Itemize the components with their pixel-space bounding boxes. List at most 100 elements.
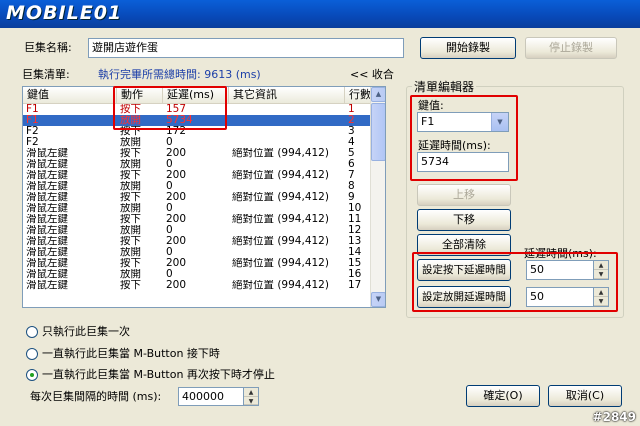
table-cell: 0 <box>166 181 173 192</box>
table-cell: 172 <box>166 126 187 137</box>
release-delay-input[interactable]: 50 <box>526 287 594 307</box>
radio-run-until-pressed-label[interactable]: 一直執行此巨集當 M-Button 再次按下時才停止 <box>42 368 275 382</box>
stepper-down-icon[interactable]: ▼ <box>594 297 608 306</box>
list-header: 鍵值 動作 延遲(ms) 其它資訊 行數 <box>23 87 373 104</box>
table-cell: 12 <box>348 225 362 236</box>
ok-button[interactable]: 確定(O) <box>466 385 540 407</box>
list-vertical-scrollbar[interactable]: ▲ ▼ <box>370 87 385 307</box>
table-cell: 滑鼠左鍵 <box>26 214 68 225</box>
column-header-action[interactable]: 動作 <box>117 87 163 104</box>
macro-editor-dialog: MOBILE01 巨集名稱: 遊開店遊作蛋 開始錄製 停止錄製 巨集清單: 執行… <box>0 0 640 426</box>
table-row[interactable]: F2 放開 0 4 <box>23 137 371 148</box>
table-cell: 絕對位置 (994,412) <box>232 170 329 181</box>
table-cell: F2 <box>26 137 39 148</box>
table-cell: 8 <box>348 181 355 192</box>
table-cell: 放開 <box>120 203 141 214</box>
list-rows: F1 按下 157 1 F1 放開 5734 2 F2 按下 172 3 F2 放開 0 4 滑鼠左鍵 按下 200… <box>23 104 371 291</box>
radio-run-while-held-label[interactable]: 一直執行此巨集當 M-Button 接下時 <box>42 347 220 361</box>
macro-name-input[interactable]: 遊開店遊作蛋 <box>88 38 404 58</box>
clear-all-button[interactable]: 全部清除 <box>417 234 511 256</box>
table-row[interactable]: 滑鼠左鍵 放開 0 8 <box>23 181 371 192</box>
stop-record-button[interactable]: 停止錄製 <box>525 37 617 59</box>
press-delay-input[interactable]: 50 <box>526 260 594 280</box>
stepper-down-icon[interactable]: ▼ <box>594 270 608 279</box>
scroll-up-icon[interactable]: ▲ <box>371 87 385 102</box>
key-select-value: F1 <box>421 115 435 128</box>
table-cell: 按下 <box>120 148 141 159</box>
radio-run-once[interactable] <box>26 326 38 338</box>
table-row[interactable]: 滑鼠左鍵 按下 200 絕對位置 (994,412) 9 <box>23 192 371 203</box>
table-row[interactable]: 滑鼠左鍵 放開 0 14 <box>23 247 371 258</box>
macro-list-label: 巨集清單: <box>22 68 70 81</box>
stepper-up-icon[interactable]: ▲ <box>594 288 608 297</box>
table-cell: 滑鼠左鍵 <box>26 170 68 181</box>
mobile01-logo: MOBILE01 <box>6 2 123 24</box>
column-header-delay[interactable]: 延遲(ms) <box>163 87 229 104</box>
table-cell: 16 <box>348 269 362 280</box>
scroll-down-icon[interactable]: ▼ <box>371 292 385 307</box>
move-down-button[interactable]: 下移 <box>417 209 511 231</box>
table-row[interactable]: 滑鼠左鍵 按下 200 絕對位置 (994,412) 5 <box>23 148 371 159</box>
table-cell: 5734 <box>166 115 193 126</box>
table-cell: 9 <box>348 192 355 203</box>
table-row[interactable]: 滑鼠左鍵 放開 0 12 <box>23 225 371 236</box>
delay-input[interactable]: 5734 <box>417 152 509 172</box>
table-cell: 放開 <box>120 225 141 236</box>
chevron-down-icon[interactable]: ▼ <box>491 113 508 131</box>
table-row[interactable]: 滑鼠左鍵 放開 0 6 <box>23 159 371 170</box>
table-row[interactable]: 滑鼠左鍵 放開 0 10 <box>23 203 371 214</box>
table-cell: 200 <box>166 148 187 159</box>
table-cell: 滑鼠左鍵 <box>26 203 68 214</box>
interval-input[interactable]: 400000 <box>178 387 244 406</box>
table-cell: 0 <box>166 225 173 236</box>
table-cell: 7 <box>348 170 355 181</box>
table-cell: 17 <box>348 280 362 291</box>
table-cell: 滑鼠左鍵 <box>26 148 68 159</box>
scroll-thumb[interactable] <box>371 103 385 161</box>
delay-time-label: 延遲時間(ms): <box>524 247 597 260</box>
list-editor-title: 清單編輯器 <box>412 80 477 94</box>
set-release-delay-button[interactable]: 設定放開延遲時間 <box>417 286 511 308</box>
table-cell: 放開 <box>120 115 141 126</box>
interval-stepper[interactable]: ▲ ▼ <box>244 387 259 406</box>
table-cell: 200 <box>166 258 187 269</box>
macro-name-label: 巨集名稱: <box>24 41 72 54</box>
move-up-button[interactable]: 上移 <box>417 184 511 206</box>
radio-run-while-held[interactable] <box>26 348 38 360</box>
table-row[interactable]: F2 按下 172 3 <box>23 126 371 137</box>
release-delay-stepper[interactable]: ▲ ▼ <box>594 287 609 307</box>
table-cell: 14 <box>348 247 362 258</box>
table-cell: 絕對位置 (994,412) <box>232 148 329 159</box>
table-cell: 10 <box>348 203 362 214</box>
table-row[interactable]: 滑鼠左鍵 按下 200 絕對位置 (994,412) 7 <box>23 170 371 181</box>
collapse-link[interactable]: << 收合 <box>350 68 394 82</box>
start-record-button[interactable]: 開始錄製 <box>420 37 516 59</box>
macro-list[interactable]: 鍵值 動作 延遲(ms) 其它資訊 行數 F1 按下 157 1 F1 放開 5734 2 F2… <box>22 86 386 308</box>
table-cell: 滑鼠左鍵 <box>26 181 68 192</box>
column-header-other-info[interactable]: 其它資訊 <box>229 87 345 104</box>
radio-run-once-label[interactable]: 只執行此巨集一次 <box>42 325 130 339</box>
table-row[interactable]: 滑鼠左鍵 按下 200 絕對位置 (994,412) 15 <box>23 258 371 269</box>
table-cell: 15 <box>348 258 362 269</box>
set-press-delay-button[interactable]: 設定按下延遲時間 <box>417 259 511 281</box>
stepper-up-icon[interactable]: ▲ <box>594 261 608 270</box>
table-cell: 放開 <box>120 159 141 170</box>
column-header-line[interactable]: 行數 <box>345 87 373 104</box>
table-row[interactable]: F1 放開 5734 2 <box>23 115 371 126</box>
table-cell: 放開 <box>120 137 141 148</box>
column-header-key[interactable]: 鍵值 <box>23 87 117 104</box>
cancel-button[interactable]: 取消(C) <box>548 385 622 407</box>
stepper-up-icon[interactable]: ▲ <box>244 388 258 397</box>
table-row[interactable]: 滑鼠左鍵 按下 200 絕對位置 (994,412) 11 <box>23 214 371 225</box>
table-cell: 放開 <box>120 247 141 258</box>
watermark-text: #2849 <box>592 410 636 424</box>
table-row[interactable]: 滑鼠左鍵 按下 200 絕對位置 (994,412) 17 <box>23 280 371 291</box>
table-cell: 0 <box>166 159 173 170</box>
table-row[interactable]: 滑鼠左鍵 放開 0 16 <box>23 269 371 280</box>
press-delay-stepper[interactable]: ▲ ▼ <box>594 260 609 280</box>
table-cell: 2 <box>348 115 355 126</box>
table-row[interactable]: F1 按下 157 1 <box>23 104 371 115</box>
stepper-down-icon[interactable]: ▼ <box>244 397 258 405</box>
table-row[interactable]: 滑鼠左鍵 按下 200 絕對位置 (994,412) 13 <box>23 236 371 247</box>
radio-run-until-pressed[interactable] <box>26 369 38 381</box>
